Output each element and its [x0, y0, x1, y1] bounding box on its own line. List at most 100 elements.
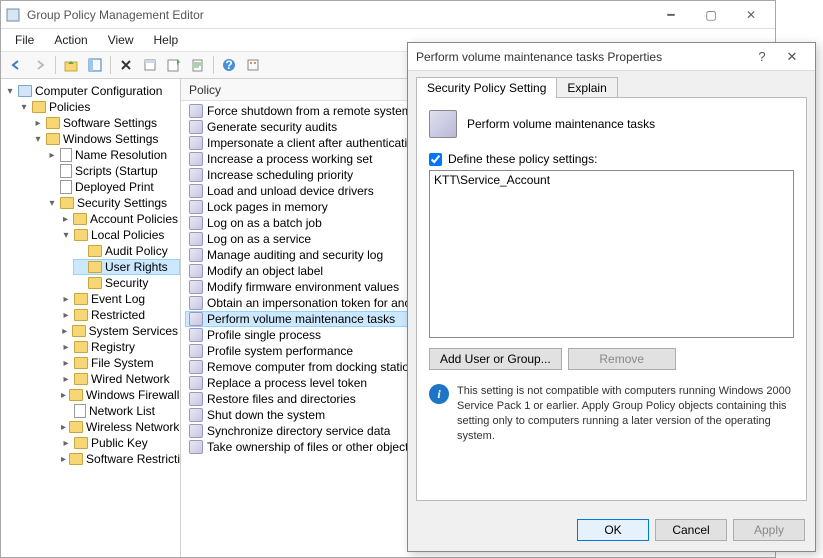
cancel-button[interactable]: Cancel [655, 519, 727, 541]
policy-item-icon [189, 232, 203, 246]
policy-item-icon [189, 168, 203, 182]
tree-label: Windows Firewall [86, 388, 179, 402]
tree-audit-policy[interactable]: Audit Policy [73, 243, 180, 259]
tree-policies[interactable]: ▾Policies [17, 99, 180, 115]
help-button[interactable]: ? [218, 54, 240, 76]
policy-item-icon [189, 360, 203, 374]
tree-software-settings[interactable]: ▸Software Settings [31, 115, 180, 131]
policy-item-label: Restore files and directories [207, 392, 356, 406]
tree-user-rights[interactable]: User Rights [73, 259, 180, 275]
policy-item-icon [189, 328, 203, 342]
menu-help[interactable]: Help [144, 31, 189, 49]
tree-windows-settings[interactable]: ▾Windows Settings [31, 131, 180, 147]
info-icon: i [429, 384, 449, 404]
tree-label: Local Policies [91, 228, 164, 242]
policy-item-icon [189, 120, 203, 134]
policy-item-label: Obtain an impersonation token for anothe… [207, 296, 432, 310]
policy-item-icon [189, 280, 203, 294]
compatibility-info-text: This setting is not compatible with comp… [457, 384, 794, 443]
add-user-group-button[interactable]: Add User or Group... [429, 348, 562, 370]
filter-button[interactable] [242, 54, 264, 76]
menu-action[interactable]: Action [44, 31, 97, 49]
tree-network-list[interactable]: Network List [59, 403, 180, 419]
policy-item-icon [189, 440, 203, 454]
tree-label: Security [105, 276, 148, 290]
tree-label: Wired Network [91, 372, 170, 386]
principal-item[interactable]: KTT\Service_Account [434, 173, 789, 187]
policy-item-icon [189, 248, 203, 262]
dialog-close-button[interactable]: ✕ [777, 49, 807, 65]
policy-item-label: Increase a process working set [207, 152, 372, 166]
properties-dialog: Perform volume maintenance tasks Propert… [407, 42, 816, 552]
tab-security-policy-setting[interactable]: Security Policy Setting [416, 77, 557, 98]
up-button[interactable] [60, 54, 82, 76]
tree-windows-firewall[interactable]: ▸Windows Firewall [59, 387, 180, 403]
apply-button[interactable]: Apply [733, 519, 805, 541]
dialog-title: Perform volume maintenance tasks Propert… [416, 50, 747, 64]
policy-item-icon [189, 344, 203, 358]
refresh-button[interactable] [163, 54, 185, 76]
policy-item-label: Take ownership of files or other objects [207, 440, 414, 454]
policy-item-label: Increase scheduling priority [207, 168, 353, 182]
policy-item-icon [189, 408, 203, 422]
properties-button[interactable] [139, 54, 161, 76]
tree-computer-configuration[interactable]: ▾Computer Configuration [3, 83, 180, 99]
policy-icon [429, 110, 457, 138]
tree-event-log[interactable]: ▸Event Log [59, 291, 180, 307]
menu-file[interactable]: File [5, 31, 44, 49]
define-settings-checkbox[interactable] [429, 153, 442, 166]
policy-item-icon [189, 424, 203, 438]
policy-item-label: Shut down the system [207, 408, 325, 422]
tree-pane[interactable]: ▾Computer Configuration ▾Policies ▸Softw… [1, 79, 181, 557]
tree-restricted-groups[interactable]: ▸Restricted [59, 307, 180, 323]
tree-software-restriction[interactable]: ▸Software Restriction [59, 451, 180, 467]
tree-security-settings[interactable]: ▾Security Settings [45, 195, 180, 211]
policy-item-icon [189, 152, 203, 166]
tree-public-key[interactable]: ▸Public Key [59, 435, 180, 451]
tree-account-policies[interactable]: ▸Account Policies [59, 211, 180, 227]
policy-item-icon [189, 392, 203, 406]
tree-label: Audit Policy [105, 244, 168, 258]
ok-button[interactable]: OK [577, 519, 649, 541]
tree-name-resolution[interactable]: ▸Name Resolution [45, 147, 180, 163]
policy-item-label: Lock pages in memory [207, 200, 328, 214]
tree-security-options[interactable]: Security [73, 275, 180, 291]
tree-system-services[interactable]: ▸System Services [59, 323, 180, 339]
tree-local-policies[interactable]: ▾Local Policies [59, 227, 180, 243]
tree-wired-network[interactable]: ▸Wired Network [59, 371, 180, 387]
show-hide-tree-button[interactable] [84, 54, 106, 76]
tree-registry[interactable]: ▸Registry [59, 339, 180, 355]
tab-explain[interactable]: Explain [556, 77, 617, 98]
menu-view[interactable]: View [98, 31, 144, 49]
tab-content: Perform volume maintenance tasks Define … [416, 97, 807, 501]
close-button[interactable]: ✕ [731, 3, 771, 27]
export-button[interactable] [187, 54, 209, 76]
delete-button[interactable] [115, 54, 137, 76]
policy-item-label: Modify an object label [207, 264, 323, 278]
policy-item-label: Log on as a batch job [207, 216, 322, 230]
tree-label: Event Log [91, 292, 145, 306]
policy-item-icon [189, 200, 203, 214]
titlebar: Group Policy Management Editor ━ ▢ ✕ [1, 1, 775, 29]
tree-scripts[interactable]: Scripts (Startup [45, 163, 180, 179]
policy-item-label: Load and unload device drivers [207, 184, 374, 198]
policy-item-label: Log on as a service [207, 232, 311, 246]
tree-label: Wireless Network [86, 420, 179, 434]
back-button[interactable] [5, 54, 27, 76]
maximize-button[interactable]: ▢ [691, 3, 731, 27]
principals-list[interactable]: KTT\Service_Account [429, 170, 794, 338]
tab-strip: Security Policy Setting Explain [408, 71, 815, 98]
forward-button[interactable] [29, 54, 51, 76]
tree-label: System Services [89, 324, 178, 338]
remove-button[interactable]: Remove [568, 348, 676, 370]
tree-wireless-network[interactable]: ▸Wireless Network [59, 419, 180, 435]
app-icon [5, 7, 21, 23]
tree-file-system[interactable]: ▸File System [59, 355, 180, 371]
define-settings-label[interactable]: Define these policy settings: [448, 152, 597, 166]
policy-name-label: Perform volume maintenance tasks [467, 117, 655, 131]
dialog-help-button[interactable]: ? [747, 49, 777, 64]
tree-deployed-printers[interactable]: Deployed Print [45, 179, 180, 195]
tree-label: Account Policies [90, 212, 178, 226]
tree-label: Restricted [91, 308, 145, 322]
minimize-button[interactable]: ━ [651, 3, 691, 27]
